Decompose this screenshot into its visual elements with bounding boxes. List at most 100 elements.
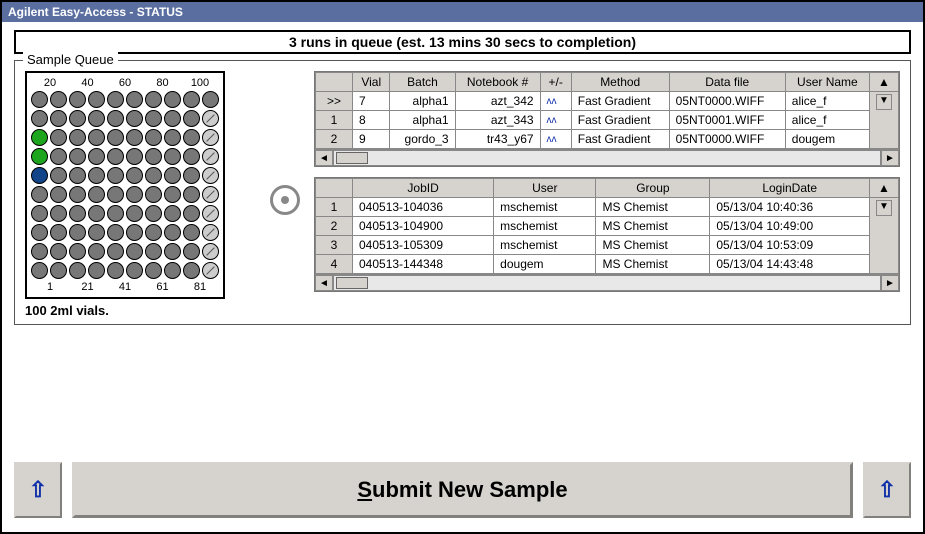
vial-slot[interactable] [202,224,219,241]
column-header[interactable]: Vial [353,73,390,92]
vial-slot[interactable] [88,262,105,279]
vial-slot[interactable] [88,91,105,108]
submit-new-sample-button[interactable]: Submit New Sample [72,462,853,518]
vial-slot[interactable] [202,110,219,127]
vial-slot[interactable] [31,91,48,108]
vial-slot[interactable] [202,243,219,260]
vial-slot[interactable] [183,110,200,127]
runs-grid[interactable]: VialBatchNotebook #+/-MethodData fileUse… [314,71,900,167]
vial-slot[interactable] [126,129,143,146]
vial-slot[interactable] [88,224,105,241]
vial-slot[interactable] [183,224,200,241]
vial-slot[interactable] [88,167,105,184]
vial-slot[interactable] [164,186,181,203]
vial-slot[interactable] [126,148,143,165]
vial-slot[interactable] [107,129,124,146]
vial-slot[interactable] [69,262,86,279]
vial-slot[interactable] [69,110,86,127]
scroll-up-icon[interactable]: ▲ [870,179,899,198]
vial-slot[interactable] [50,262,67,279]
vial-slot[interactable] [50,110,67,127]
table-row[interactable]: 3040513-105309mschemistMS Chemist05/13/0… [316,236,899,255]
vial-slot[interactable] [145,262,162,279]
vial-slot[interactable] [202,186,219,203]
column-header[interactable] [316,179,353,198]
vial-slot[interactable] [126,91,143,108]
vial-slot[interactable] [183,262,200,279]
vial-slot[interactable] [107,243,124,260]
table-row[interactable]: 2040513-104900mschemistMS Chemist05/13/0… [316,217,899,236]
column-header[interactable]: +/- [540,73,571,92]
vial-slot[interactable] [50,186,67,203]
vial-slot[interactable] [107,167,124,184]
vial-slot[interactable] [183,129,200,146]
vial-slot[interactable] [126,205,143,222]
vial-slot[interactable] [183,148,200,165]
vial-slot[interactable] [50,91,67,108]
vial-slot[interactable] [31,243,48,260]
vial-slot[interactable] [202,205,219,222]
table-row[interactable]: 29gordo_3tr43_y67ᴧᴧFast Gradient05NT0000… [316,130,899,149]
vial-slot[interactable] [183,91,200,108]
vial-slot[interactable] [31,224,48,241]
scroll-down-icon[interactable]: ▼ [876,200,892,216]
vial-slot[interactable] [126,262,143,279]
column-header[interactable]: Data file [669,73,785,92]
column-header[interactable] [316,73,353,92]
scroll-down-icon[interactable]: ▼ [876,94,892,110]
vial-slot[interactable] [69,243,86,260]
next-button[interactable]: ⇧ [863,462,911,518]
vial-slot[interactable] [164,205,181,222]
vial-slot[interactable] [164,91,181,108]
vial-slot[interactable] [69,205,86,222]
column-header[interactable]: JobID [353,179,494,198]
vial-slot[interactable] [88,243,105,260]
vial-slot[interactable] [50,224,67,241]
vial-slot[interactable] [88,148,105,165]
vial-slot[interactable] [107,110,124,127]
vial-slot[interactable] [183,205,200,222]
vial-slot[interactable] [126,243,143,260]
vial-slot[interactable] [69,167,86,184]
vial-slot[interactable] [202,148,219,165]
vial-slot[interactable] [164,110,181,127]
vial-slot[interactable] [50,205,67,222]
column-header[interactable]: User [494,179,596,198]
table-row[interactable]: >>7alpha1azt_342ᴧᴧFast Gradient05NT0000.… [316,92,899,111]
vial-slot[interactable] [31,110,48,127]
vial-slot[interactable] [50,129,67,146]
vial-slot[interactable] [107,262,124,279]
vial-slot[interactable] [31,186,48,203]
vial-slot[interactable] [107,186,124,203]
vial-slot[interactable] [107,205,124,222]
vial-slot[interactable] [69,91,86,108]
scroll-right-icon[interactable]: ► [881,275,899,291]
vial-slot[interactable] [164,243,181,260]
scroll-right-icon[interactable]: ► [881,150,899,166]
vial-slot[interactable] [126,224,143,241]
scroll-up-icon[interactable]: ▲ [870,73,899,92]
vial-slot[interactable] [164,167,181,184]
vial-slot[interactable] [31,129,48,146]
vial-slot[interactable] [88,205,105,222]
vial-slot[interactable] [145,167,162,184]
vial-slot[interactable] [145,205,162,222]
vial-slot[interactable] [164,224,181,241]
vial-slot[interactable] [69,129,86,146]
vial-slot[interactable] [145,224,162,241]
vial-slot[interactable] [50,243,67,260]
vial-slot[interactable] [31,148,48,165]
vial-slot[interactable] [145,91,162,108]
vial-slot[interactable] [183,167,200,184]
vial-slot[interactable] [31,262,48,279]
vial-slot[interactable] [107,148,124,165]
vial-slot[interactable] [183,186,200,203]
column-header[interactable]: Notebook # [455,73,540,92]
vial-slot[interactable] [202,91,219,108]
vial-slot[interactable] [31,205,48,222]
vial-slot[interactable] [164,148,181,165]
column-header[interactable]: Method [571,73,669,92]
table-row[interactable]: 4040513-144348dougemMS Chemist05/13/04 1… [316,255,899,274]
vial-slot[interactable] [145,243,162,260]
vial-slot[interactable] [69,148,86,165]
